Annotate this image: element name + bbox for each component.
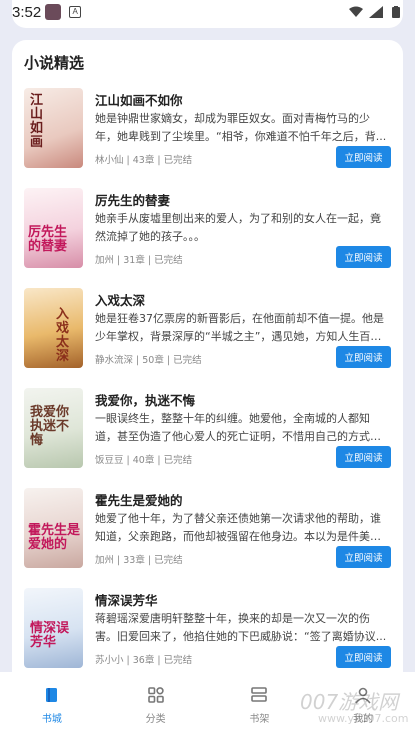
book-cover[interactable]: 霍先生是爱她的 bbox=[24, 488, 83, 568]
book-title[interactable]: 入戏太深 bbox=[95, 290, 145, 309]
book-cover[interactable]: 我爱你 执迷不悔 bbox=[24, 388, 83, 468]
cover-title: 霍先生是爱她的 bbox=[28, 523, 81, 552]
tab-label: 书城 bbox=[41, 714, 62, 725]
book-title[interactable]: 江山如画不如你 bbox=[95, 90, 183, 109]
signal-icon bbox=[369, 6, 383, 18]
app-notification-icon bbox=[45, 4, 62, 20]
section-title: 小说精选 bbox=[24, 54, 85, 72]
cover-title: 厉先生的替妻 bbox=[28, 225, 68, 254]
read-now-button[interactable]: 立即阅读 bbox=[336, 246, 391, 268]
shelf-icon bbox=[251, 687, 268, 702]
cover-title: 情深误芳华 bbox=[30, 621, 70, 650]
tab-bookstore[interactable]: 书城 bbox=[0, 672, 104, 737]
book-description: 她是钟鼎世家嫡女，却成为罪臣奴女。面对青梅竹马的少年，她卑贱到了尘埃里。“相爷，… bbox=[95, 112, 387, 143]
book-cover[interactable]: 江山如画 bbox=[24, 88, 83, 168]
book-description: 她亲手从废墟里刨出来的爱人，为了和别的女人在一起，竟然流掉了她的孩子。。。 bbox=[95, 212, 381, 243]
read-now-button[interactable]: 立即阅读 bbox=[336, 346, 391, 368]
read-now-button[interactable]: 立即阅读 bbox=[336, 646, 391, 668]
wifi-icon bbox=[349, 6, 363, 17]
book-cover[interactable]: 入戏太深 bbox=[24, 288, 83, 368]
read-now-button[interactable]: 立即阅读 bbox=[336, 146, 391, 168]
status-bar: 3:52 A bbox=[0, 0, 415, 24]
cover-title: 我爱你 执迷不悔 bbox=[30, 405, 70, 448]
book-icon bbox=[45, 688, 57, 702]
tab-category[interactable]: 分类 bbox=[104, 672, 208, 737]
read-now-button[interactable]: 立即阅读 bbox=[336, 546, 391, 568]
watermark-url: www.yx007.com bbox=[318, 712, 409, 725]
cover-title: 入戏太深 bbox=[56, 307, 70, 364]
battery-icon bbox=[392, 6, 400, 18]
book-title[interactable]: 我爱你，执迷不悔 bbox=[95, 390, 195, 409]
book-description: 她是狂卷37亿票房的新晋影后，在他面前却不值一提。他是少年掌权，背景深厚的“半城… bbox=[95, 312, 384, 343]
book-item[interactable]: 我爱你 执迷不悔 我爱你，执迷不悔 一眼误终生，整整十年的纠缠。她爱他，全南城的… bbox=[24, 388, 391, 470]
book-item[interactable]: 入戏太深 入戏太深 她是狂卷37亿票房的新晋影后，在他面前却不值一提。他是少年掌… bbox=[24, 288, 391, 370]
book-meta: 苏小小 | 36章 | 已完结 bbox=[95, 655, 193, 666]
grid-icon bbox=[147, 687, 164, 703]
book-meta: 加州 | 31章 | 已完结 bbox=[95, 255, 183, 266]
book-meta: 静水流深 | 50章 | 已完结 bbox=[95, 355, 202, 366]
book-meta: 林小仙 | 43章 | 已完结 bbox=[95, 155, 193, 166]
book-title[interactable]: 霍先生是爱她的 bbox=[95, 490, 183, 509]
tab-bookshelf[interactable]: 书架 bbox=[208, 672, 312, 737]
book-title[interactable]: 情深误芳华 bbox=[95, 590, 158, 609]
book-description: 一眼误终生，整整十年的纠缠。她爱他，全南城的人都知道，甚至伪造了他心爱人的死亡证… bbox=[95, 412, 370, 443]
book-title[interactable]: 厉先生的替妻 bbox=[95, 190, 170, 209]
book-item[interactable]: 情深误芳华 情深误芳华 蒋碧瑶深爱唐明轩整整十年，换来的却是一次又一次的伤害。旧… bbox=[24, 588, 391, 670]
status-time: 3:52 bbox=[12, 3, 42, 21]
book-item[interactable]: 江山如画 江山如画不如你 她是钟鼎世家嫡女，却成为罪臣奴女。面对青梅竹马的少年，… bbox=[24, 88, 391, 170]
book-item[interactable]: 厉先生的替妻 厉先生的替妻 她亲手从废墟里刨出来的爱人，为了和别的女人在一起，竟… bbox=[24, 188, 391, 270]
book-item[interactable]: 霍先生是爱她的 霍先生是爱她的 她爱了他十年，为了替父亲还债她第一次请求他的帮助… bbox=[24, 488, 391, 570]
book-meta: 饭豆豆 | 40章 | 已完结 bbox=[95, 455, 193, 466]
a-notification-icon: A bbox=[69, 6, 82, 18]
book-cover[interactable]: 厉先生的替妻 bbox=[24, 188, 83, 268]
book-description: 蒋碧瑶深爱唐明轩整整十年，换来的却是一次又一次的伤害。旧爱回来了，他掐住她的下巴… bbox=[95, 612, 387, 643]
book-description: 她爱了他十年，为了替父亲还债她第一次请求他的帮助，谁知道，父亲跑路，而他却被强留… bbox=[95, 512, 381, 543]
cover-title: 江山如画 bbox=[30, 93, 44, 150]
tab-label: 分类 bbox=[145, 714, 166, 725]
read-now-button[interactable]: 立即阅读 bbox=[336, 446, 391, 468]
book-meta: 加州 | 33章 | 已完结 bbox=[95, 555, 183, 566]
watermark-brand: 007游戏网 bbox=[300, 690, 399, 714]
book-cover[interactable]: 情深误芳华 bbox=[24, 588, 83, 668]
tab-label: 书架 bbox=[249, 714, 270, 725]
